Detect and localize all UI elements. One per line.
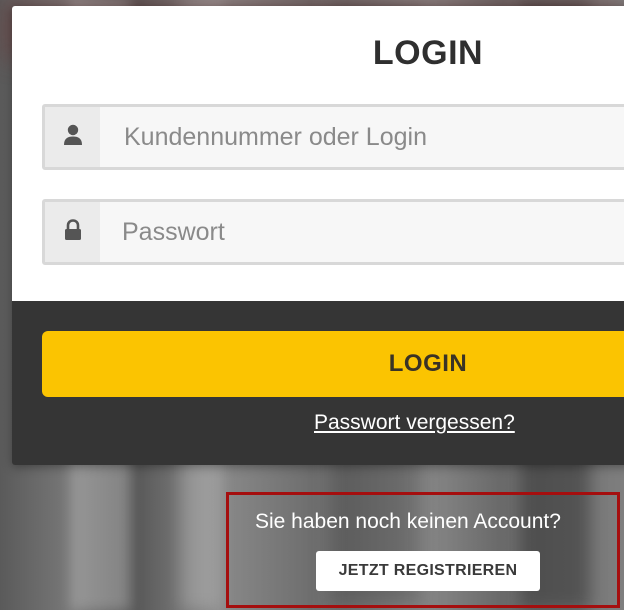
login-title-container: LOGIN bbox=[12, 34, 624, 73]
password-field bbox=[42, 199, 624, 265]
login-button-label: LOGIN bbox=[388, 350, 468, 377]
lock-icon bbox=[64, 218, 82, 246]
username-addon bbox=[45, 107, 100, 167]
login-card: LOGIN Kundennummer oder Login LOGIN Pass… bbox=[12, 6, 624, 465]
login-button[interactable]: LOGIN bbox=[42, 331, 624, 397]
login-title: LOGIN bbox=[372, 34, 484, 72]
user-icon bbox=[63, 124, 83, 151]
register-prompt: Sie haben noch keinen Account? bbox=[255, 510, 561, 533]
forgot-password-link[interactable]: Passwort vergessen? bbox=[314, 411, 515, 435]
username-input[interactable] bbox=[100, 107, 624, 167]
register-button[interactable]: JETZT REGISTRIEREN bbox=[316, 551, 540, 591]
username-field bbox=[42, 104, 624, 170]
password-input[interactable] bbox=[100, 202, 624, 262]
password-addon bbox=[45, 202, 100, 262]
login-card-top: LOGIN bbox=[12, 6, 624, 301]
